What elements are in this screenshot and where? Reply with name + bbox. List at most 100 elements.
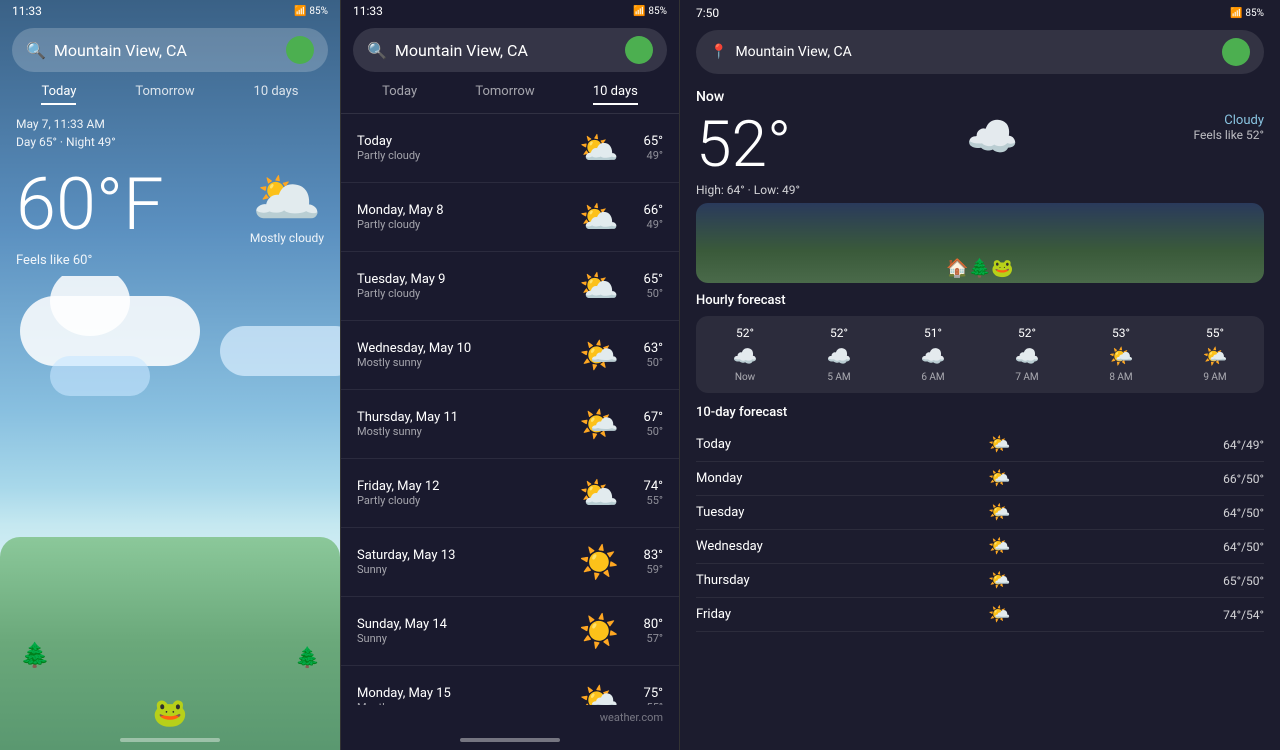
panel3-low: Low: 49° [754, 183, 800, 197]
forecast-temps: 66° 49° [623, 203, 663, 231]
hourly-icon: ☁️ [827, 344, 852, 368]
tenday-temps: 65°/50° [1223, 574, 1264, 588]
tenday-icon: 🌤️ [985, 570, 1015, 591]
tenday-row: Monday 🌤️ 66°/50° [696, 462, 1264, 496]
hourly-item: 55° 🌤️ 9 AM [1170, 326, 1260, 383]
forecast-day-condition: Mostly sunny [357, 425, 575, 438]
forecast-day-info: Monday, May 15 Mostly sunny [357, 686, 575, 705]
hourly-time: 9 AM [1203, 372, 1226, 383]
panel2-status-bar: 11:33 📶 85% [341, 0, 679, 22]
forecast-day-name: Saturday, May 13 [357, 548, 575, 563]
forecast-high: 83° [623, 548, 663, 563]
forecast-high: 67° [623, 410, 663, 425]
hourly-item: 52° ☁️ 5 AM [794, 326, 884, 383]
panel3-hourly-scroll: 52° ☁️ Now 52° ☁️ 5 AM 51° ☁️ 6 AM 52° ☁… [696, 316, 1264, 393]
panel1-green-dot[interactable] [286, 36, 314, 64]
panel2-battery: 85% [648, 6, 667, 17]
hourly-time: 5 AM [827, 372, 850, 383]
hourly-item: 53° 🌤️ 8 AM [1076, 326, 1166, 383]
hourly-temp: 52° [736, 326, 754, 340]
hourly-item: 52° ☁️ Now [700, 326, 790, 383]
panel1-tab-today[interactable]: Today [41, 84, 76, 105]
panel1-date: May 7, 11:33 AM [0, 105, 340, 133]
panel1-tabs: Today Tomorrow 10 days [0, 78, 340, 105]
panel2-tab-tendays[interactable]: 10 days [593, 84, 638, 105]
panel1-battery: 85% [309, 6, 328, 17]
search-icon: 🔍 [26, 41, 46, 60]
panel3-weather-icon: ☁️ [966, 113, 1018, 162]
forecast-low: 50° [623, 356, 663, 369]
panel2-attribution: weather.com [341, 705, 679, 730]
forecast-low: 50° [623, 425, 663, 438]
forecast-temps: 67° 50° [623, 410, 663, 438]
panel3-temp-container: 52° [696, 113, 791, 177]
panel3-green-dot[interactable] [1222, 38, 1250, 66]
panel1-search-bar[interactable]: 🔍 Mountain View, CA [12, 28, 328, 72]
panel3-illust-icons: 🏠🌲🐸 [946, 258, 1013, 279]
panel1-weather-desc: Mostly cloudy [250, 231, 324, 245]
panel2-status-icons: 📶 85% [633, 6, 667, 17]
forecast-day-condition: Partly cloudy [357, 149, 575, 162]
tenday-icon: 🌤️ [985, 502, 1015, 523]
hourly-temp: 52° [830, 326, 848, 340]
panel3-location-bar[interactable]: 📍 Mountain View, CA [696, 30, 1264, 74]
tenday-day: Friday [696, 607, 776, 622]
hourly-icon: 🌤️ [1203, 344, 1228, 368]
panel2-home-indicator [341, 730, 679, 750]
forecast-high: 74° [623, 479, 663, 494]
panel2-forecast-list: Today Partly cloudy ⛅ 65° 49° Monday, Ma… [341, 114, 679, 705]
panel3-status-icons: 📶 85% [1230, 8, 1264, 19]
hourly-time: 8 AM [1109, 372, 1132, 383]
forecast-day-condition: Sunny [357, 632, 575, 645]
tenday-icon: 🌤️ [985, 536, 1015, 557]
panel2-home-bar [460, 738, 560, 742]
tenday-icon: 🌤️ [985, 434, 1015, 455]
panel3-feels-like: Feels like 52° [1194, 128, 1264, 142]
panel2-search-icon: 🔍 [367, 41, 387, 60]
panel2-forecast-row: Wednesday, May 10 Mostly sunny 🌤️ 63° 50… [341, 321, 679, 390]
forecast-low: 59° [623, 563, 663, 576]
forecast-low: 55° [623, 494, 663, 507]
panel1-temp-range: Day 65° · Night 49° [0, 133, 340, 157]
forecast-weather-icon: ⛅ [575, 193, 623, 241]
forecast-day-info: Thursday, May 11 Mostly sunny [357, 410, 575, 438]
forecast-day-info: Today Partly cloudy [357, 134, 575, 162]
panel2-tab-tomorrow[interactable]: Tomorrow [475, 84, 534, 105]
forecast-day-name: Monday, May 15 [357, 686, 575, 701]
hourly-item: 51° ☁️ 6 AM [888, 326, 978, 383]
panel1-home-indicator [0, 730, 340, 750]
panel2-tabs: Today Tomorrow 10 days [341, 78, 679, 114]
panel2-green-dot[interactable] [625, 36, 653, 64]
forecast-high: 80° [623, 617, 663, 632]
forecast-temps: 80° 57° [623, 617, 663, 645]
forecast-weather-icon: ⛅ [575, 124, 623, 172]
panel3-status-bar: 7:50 📶 85% [680, 0, 1280, 26]
panel1-tab-tendays[interactable]: 10 days [254, 84, 299, 105]
tenday-day: Monday [696, 471, 776, 486]
illustration-cloud3 [50, 356, 150, 396]
panel1-status-icons: 📶 85% [294, 6, 328, 17]
hourly-item: 52° ☁️ 7 AM [982, 326, 1072, 383]
tenday-temps: 64°/50° [1223, 506, 1264, 520]
panel3-time: 7:50 [696, 6, 719, 20]
panel2-tab-today[interactable]: Today [382, 84, 417, 105]
tenday-temps: 64°/50° [1223, 540, 1264, 554]
forecast-day-info: Wednesday, May 10 Mostly sunny [357, 341, 575, 369]
forecast-temps: 65° 50° [623, 272, 663, 300]
panel2-search-bar[interactable]: 🔍 Mountain View, CA [353, 28, 667, 72]
panel1-temp-display: 60°F [16, 169, 164, 241]
forecast-day-condition: Partly cloudy [357, 287, 575, 300]
panel3-illustration: 🏠🌲🐸 [696, 203, 1264, 283]
forecast-weather-icon: ☀️ [575, 538, 623, 586]
forecast-day-condition: Partly cloudy [357, 494, 575, 507]
forecast-day-info: Saturday, May 13 Sunny [357, 548, 575, 576]
panel1-weather-icon: 🌥️ [250, 165, 324, 231]
forecast-low: 49° [623, 218, 663, 231]
panel1-tab-tomorrow[interactable]: Tomorrow [135, 84, 194, 105]
forecast-low: 57° [623, 632, 663, 645]
panel3-hourly-title: Hourly forecast [696, 293, 1264, 308]
forecast-temps: 74° 55° [623, 479, 663, 507]
hourly-time: 6 AM [921, 372, 944, 383]
panel3-big-temp: 52° [696, 113, 791, 177]
tenday-day: Wednesday [696, 539, 776, 554]
